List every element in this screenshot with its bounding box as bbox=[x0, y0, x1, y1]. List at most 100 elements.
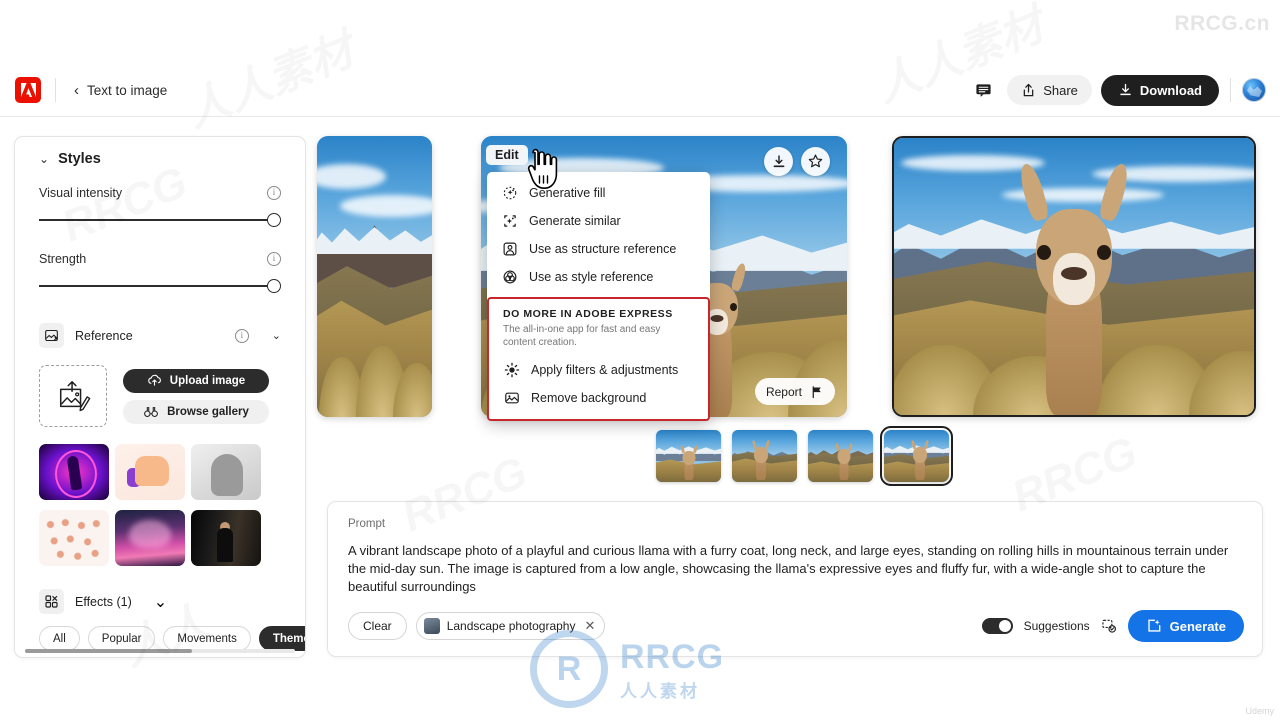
feedback-icon[interactable] bbox=[968, 75, 998, 105]
remove-background-icon bbox=[503, 390, 520, 406]
sidebar-scrollbar[interactable] bbox=[25, 649, 295, 653]
back-button[interactable]: ‹ bbox=[66, 78, 87, 103]
avatar[interactable] bbox=[1242, 78, 1266, 102]
effect-category-tabs: All Popular Movements Themes bbox=[39, 626, 305, 651]
menu-item-label: Remove background bbox=[531, 391, 647, 405]
slider-track bbox=[39, 285, 269, 287]
page-title: Text to image bbox=[87, 82, 168, 98]
express-title: DO MORE IN ADOBE EXPRESS bbox=[503, 308, 673, 320]
visual-intensity-label: Visual intensity bbox=[39, 186, 123, 200]
info-icon[interactable]: i bbox=[267, 186, 281, 200]
browse-gallery-button[interactable]: Browse gallery bbox=[123, 399, 269, 424]
menu-item-generate-similar[interactable]: Generate similar bbox=[487, 207, 710, 235]
watermark-center-subtitle: 人人素材 bbox=[620, 682, 700, 701]
menu-item-apply-filters-adjustments[interactable]: Apply filters & adjustments bbox=[489, 356, 708, 384]
chevron-down-icon: ⌄ bbox=[39, 152, 50, 166]
reference-upload-area: Upload image Browse gallery bbox=[39, 365, 281, 427]
thumbnail-variation-1[interactable] bbox=[656, 430, 721, 482]
header-divider bbox=[55, 78, 56, 102]
info-icon[interactable]: i bbox=[234, 328, 249, 343]
result-image-selected bbox=[894, 138, 1254, 415]
settings-icon[interactable] bbox=[1101, 618, 1117, 634]
reference-section-header[interactable]: Reference i ⌄ bbox=[39, 323, 281, 348]
reference-label: Reference bbox=[75, 328, 133, 343]
chevron-down-icon[interactable]: ⌄ bbox=[154, 592, 167, 612]
prompt-input[interactable]: A vibrant landscape photo of a playful a… bbox=[348, 542, 1242, 596]
menu-item-use-as-structure-reference[interactable]: Use as structure reference bbox=[487, 235, 710, 263]
slider-knob[interactable] bbox=[267, 279, 281, 293]
prompt-panel: Prompt A vibrant landscape photo of a pl… bbox=[327, 501, 1263, 657]
adobe-logo[interactable] bbox=[15, 77, 41, 103]
effect-tab-themes[interactable]: Themes bbox=[258, 626, 305, 651]
strength-label: Strength bbox=[39, 252, 87, 266]
thumbnail-variation-2[interactable] bbox=[732, 430, 797, 482]
effects-label: Effects (1) bbox=[75, 594, 132, 609]
menu-item-label: Apply filters & adjustments bbox=[531, 363, 679, 377]
prompt-label: Prompt bbox=[348, 518, 386, 530]
visual-intensity-row: Visual intensity i bbox=[39, 186, 281, 200]
generate-label: Generate bbox=[1169, 618, 1226, 634]
adobe-express-promo-section: DO MORE IN ADOBE EXPRESS The all-in-one … bbox=[487, 297, 710, 421]
visual-intensity-slider[interactable] bbox=[39, 209, 281, 231]
effect-tab-all[interactable]: All bbox=[39, 626, 80, 651]
generative-fill-icon bbox=[501, 185, 518, 201]
chip-label: Landscape photography bbox=[446, 619, 576, 633]
menu-item-use-as-style-reference[interactable]: Use as style reference bbox=[487, 263, 710, 291]
menu-item-generative-fill[interactable]: Generative fill bbox=[487, 179, 710, 207]
share-button[interactable]: Share bbox=[1007, 75, 1092, 105]
download-button[interactable]: Download bbox=[1100, 74, 1219, 106]
favorite-star-icon[interactable] bbox=[801, 147, 830, 176]
slider-knob[interactable] bbox=[267, 213, 281, 227]
chip-thumbnail bbox=[423, 618, 440, 634]
style-preset-cinematic-portrait[interactable] bbox=[191, 510, 261, 566]
report-button[interactable]: Report bbox=[754, 378, 835, 405]
edit-tooltip: Edit bbox=[486, 145, 528, 165]
result-card-previous[interactable] bbox=[317, 136, 432, 417]
header-divider-2 bbox=[1230, 78, 1231, 102]
styles-section-header[interactable]: ⌄ Styles bbox=[39, 151, 281, 167]
slider-track bbox=[39, 219, 269, 221]
style-preset-marble-statue[interactable] bbox=[191, 444, 261, 500]
styles-sidebar: ⌄ Styles Visual intensity i Strength i R… bbox=[14, 136, 306, 658]
style-preset-pose-sheet[interactable] bbox=[39, 510, 109, 566]
browse-gallery-label: Browse gallery bbox=[167, 405, 249, 418]
effect-tab-popular[interactable]: Popular bbox=[87, 626, 156, 651]
generate-similar-icon bbox=[501, 213, 518, 229]
upload-image-button[interactable]: Upload image bbox=[123, 368, 269, 393]
menu-item-label: Use as style reference bbox=[529, 270, 654, 284]
download-result-icon[interactable] bbox=[764, 147, 793, 176]
style-preset-pink-clouds[interactable] bbox=[115, 510, 185, 566]
menu-item-label: Generate similar bbox=[529, 214, 621, 228]
thumbnail-variation-4[interactable] bbox=[880, 426, 953, 486]
header-actions: Share Download bbox=[968, 74, 1280, 106]
style-preset-neon-dancer[interactable] bbox=[39, 444, 109, 500]
prompt-right-controls: Suggestions Generate bbox=[981, 610, 1244, 642]
share-label: Share bbox=[1043, 82, 1078, 98]
strength-slider[interactable] bbox=[39, 275, 281, 297]
chevron-down-icon[interactable]: ⌄ bbox=[272, 329, 281, 342]
upload-image-label: Upload image bbox=[169, 374, 246, 387]
download-label: Download bbox=[1139, 82, 1202, 98]
clear-button[interactable]: Clear bbox=[348, 612, 407, 640]
style-reference-icon bbox=[501, 269, 518, 285]
menu-item-label: Use as structure reference bbox=[529, 242, 677, 256]
effect-tab-movements[interactable]: Movements bbox=[163, 626, 251, 651]
info-icon[interactable]: i bbox=[267, 252, 281, 266]
style-chip-landscape-photography[interactable]: Landscape photography ✕ bbox=[415, 612, 606, 640]
brightness-icon bbox=[503, 362, 520, 378]
express-subtitle: The all-in-one app for fast and easy con… bbox=[503, 324, 661, 348]
styles-title: Styles bbox=[58, 151, 101, 167]
thumbnail-variation-3[interactable] bbox=[808, 430, 873, 482]
style-preset-3d-thumbs-up[interactable] bbox=[115, 444, 185, 500]
close-icon[interactable]: ✕ bbox=[584, 618, 595, 634]
style-preset-grid bbox=[39, 444, 281, 566]
result-card-selected[interactable] bbox=[892, 136, 1256, 417]
flag-icon bbox=[812, 385, 821, 398]
menu-item-remove-background[interactable]: Remove background bbox=[489, 384, 708, 412]
generate-button[interactable]: Generate bbox=[1127, 610, 1244, 642]
app-header: ‹ Text to image Share Download bbox=[0, 64, 1280, 117]
image-dropzone[interactable] bbox=[39, 365, 107, 427]
watermark-bottom-right: Udemy bbox=[1245, 706, 1274, 716]
suggestions-toggle[interactable] bbox=[981, 618, 1013, 634]
effects-section-header[interactable]: Effects (1) ⌄ bbox=[39, 589, 281, 614]
